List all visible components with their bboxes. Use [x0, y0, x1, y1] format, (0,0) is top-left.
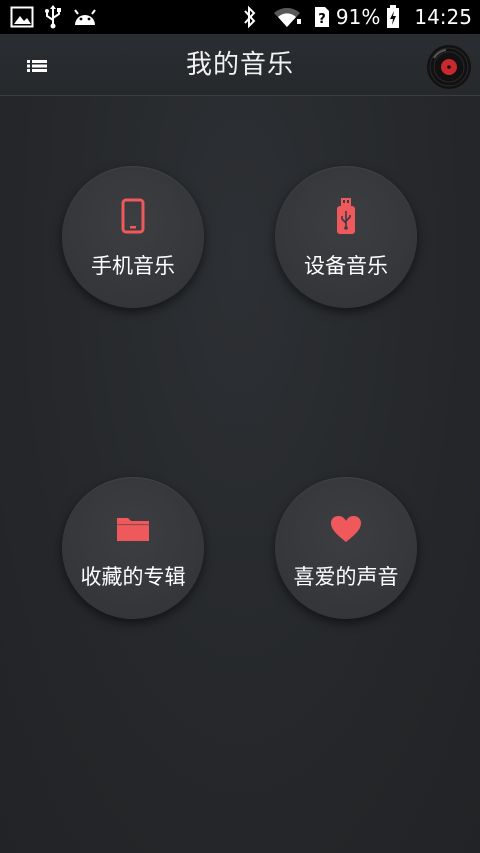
sim-icon: ? [314, 6, 330, 28]
gallery-icon [10, 6, 34, 28]
app-bar: 我的音乐 [0, 34, 480, 96]
usb-icon [44, 5, 62, 29]
clock: 14:25 [414, 5, 472, 29]
now-playing-button[interactable] [426, 44, 472, 90]
usb-drive-icon [334, 198, 358, 238]
wifi-icon [272, 5, 302, 29]
android-icon [72, 7, 98, 27]
battery-charging-icon [386, 5, 400, 29]
phone-music-label: 手机音乐 [91, 254, 175, 278]
loved-sounds-label: 喜爱的声音 [293, 565, 399, 589]
loved-sounds-button[interactable]: 喜爱的声音 [275, 477, 417, 619]
battery-percentage: 91% [335, 5, 381, 29]
music-home-screen: ? 91% 14:25 我的音乐 手机音乐 设备音乐 收藏的专辑 喜爱的声音 [0, 0, 480, 853]
svg-text:?: ? [318, 12, 326, 27]
favorite-albums-label: 收藏的专辑 [80, 565, 186, 589]
bluetooth-icon [242, 5, 258, 29]
page-title: 我的音乐 [185, 50, 294, 80]
device-music-label: 设备音乐 [304, 254, 388, 278]
favorite-albums-button[interactable]: 收藏的专辑 [62, 477, 204, 619]
folder-icon [116, 515, 150, 555]
status-bar: ? 91% 14:25 [0, 0, 480, 34]
phone-icon [121, 198, 145, 238]
phone-music-button[interactable]: 手机音乐 [62, 166, 204, 308]
vinyl-record-icon [426, 45, 472, 94]
heart-icon [330, 515, 362, 555]
device-music-button[interactable]: 设备音乐 [275, 166, 417, 308]
